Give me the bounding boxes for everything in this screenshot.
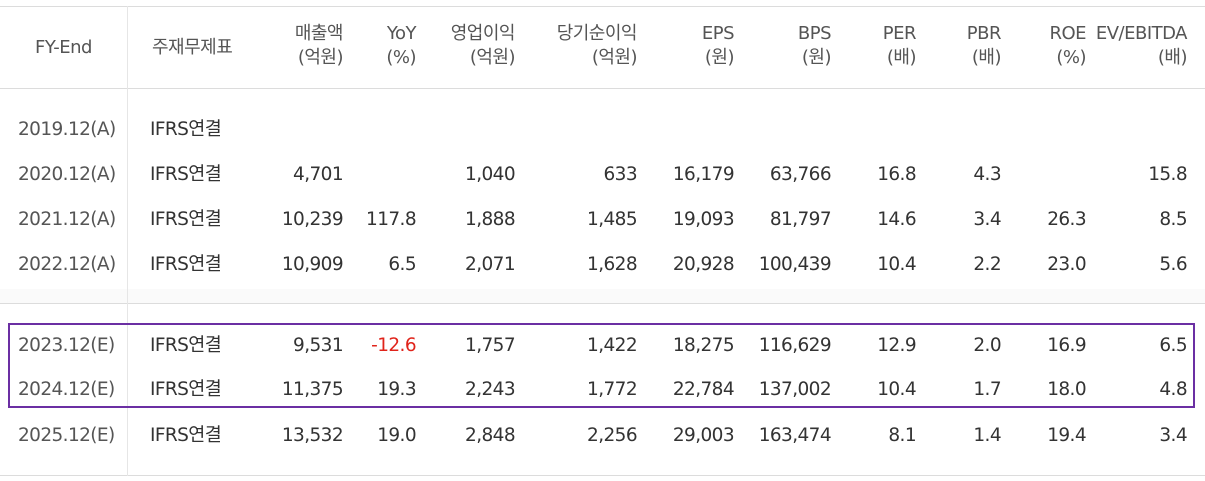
revenue-cell: 10,239	[281, 209, 344, 230]
header-unit: (원)	[704, 47, 735, 68]
operating-profit-cell: 1,888	[465, 209, 516, 230]
ev-ebitda-cell: 3.4	[1159, 425, 1187, 446]
header-unit: (억원)	[591, 47, 638, 68]
net-income-cell: 2,256	[587, 425, 638, 446]
header-label: 주재무제표	[152, 37, 233, 58]
header-unit: (억원)	[469, 47, 516, 68]
header-yoy: YoY (%)	[386, 22, 416, 70]
header-label: BPS	[797, 23, 832, 44]
financial-summary-table: FY-End 주재무제표 매출액 (억원) YoY (%) 영업이익 (억원) 당기순이익 (억원…	[0, 0, 1205, 481]
header-unit: (원)	[801, 47, 832, 68]
pbr-cell: 4.3	[973, 164, 1001, 185]
fy-end-cell: 2025.12(E)	[18, 425, 115, 446]
header-roe: ROE (%)	[1049, 22, 1086, 70]
fy-end-cell: 2020.12(A)	[18, 164, 116, 185]
header-label: YoY	[386, 23, 417, 44]
bps-cell: 63,766	[769, 164, 832, 185]
fy-end-cell: 2021.12(A)	[18, 209, 116, 230]
header-unit: (배)	[1157, 47, 1188, 68]
header-label: EV/EBITDA	[1095, 23, 1188, 44]
bps-cell: 100,439	[758, 254, 832, 275]
ev-ebitda-cell: 5.6	[1159, 254, 1187, 275]
group-separator	[0, 289, 1205, 303]
statement-cell: IFRS연결	[150, 425, 222, 446]
roe-cell: 23.0	[1047, 254, 1086, 275]
revenue-cell: 13,532	[281, 425, 344, 446]
header-unit: (배)	[971, 47, 1002, 68]
header-per: PER (배)	[882, 22, 917, 70]
header-unit: (%)	[386, 47, 416, 68]
ev-ebitda-cell: 8.5	[1159, 209, 1187, 230]
eps-cell: 20,928	[672, 254, 735, 275]
eps-cell: 16,179	[672, 164, 735, 185]
group-separator-border	[0, 303, 1205, 304]
bps-cell: 163,474	[758, 425, 832, 446]
yoy-cell: 6.5	[388, 254, 416, 275]
per-cell: 16.8	[877, 164, 916, 185]
header-revenue: 매출액 (억원)	[294, 22, 344, 70]
operating-profit-cell: 2,071	[465, 254, 516, 275]
header-eps: EPS (원)	[701, 22, 735, 70]
roe-cell: 19.4	[1047, 425, 1086, 446]
pbr-cell: 3.4	[973, 209, 1001, 230]
header-label: 영업이익	[450, 23, 516, 44]
per-cell: 8.1	[888, 425, 916, 446]
table-bottom-border	[0, 475, 1205, 476]
header-pbr: PBR (배)	[966, 22, 1002, 70]
eps-cell: 29,003	[672, 425, 735, 446]
yoy-cell: 117.8	[366, 209, 417, 230]
fy-end-cell: 2019.12(A)	[18, 119, 116, 140]
header-label: PER	[882, 23, 917, 44]
header-unit: (배)	[886, 47, 917, 68]
header-ev-ebitda: EV/EBITDA (배)	[1095, 22, 1188, 70]
ev-ebitda-cell: 15.8	[1148, 164, 1187, 185]
eps-cell: 19,093	[672, 209, 735, 230]
per-cell: 14.6	[877, 209, 916, 230]
header-label: PBR	[966, 23, 1002, 44]
revenue-cell: 10,909	[281, 254, 344, 275]
revenue-cell: 4,701	[293, 164, 344, 185]
estimate-highlight-box	[8, 323, 1195, 408]
pbr-cell: 1.4	[973, 425, 1001, 446]
header-label: 매출액	[294, 23, 344, 44]
yoy-cell: 19.0	[377, 425, 416, 446]
net-income-cell: 1,628	[587, 254, 638, 275]
header-operating-profit: 영업이익 (억원)	[450, 22, 516, 70]
net-income-cell: 1,485	[587, 209, 638, 230]
statement-cell: IFRS연결	[150, 119, 222, 140]
header-unit: (%)	[1056, 47, 1086, 68]
header-unit: (억원)	[297, 47, 344, 68]
bps-cell: 81,797	[769, 209, 832, 230]
operating-profit-cell: 1,040	[465, 164, 516, 185]
statement-cell: IFRS연결	[150, 164, 222, 185]
header-fy-end: FY-End	[35, 36, 92, 60]
statement-cell: IFRS연결	[150, 209, 222, 230]
pbr-cell: 2.2	[973, 254, 1001, 275]
header-label: ROE	[1049, 23, 1086, 44]
fy-end-cell: 2022.12(A)	[18, 254, 116, 275]
operating-profit-cell: 2,848	[465, 425, 516, 446]
net-income-cell: 633	[603, 164, 637, 185]
header-label: EPS	[701, 23, 735, 44]
header-bottom-border	[0, 88, 1205, 89]
statement-cell: IFRS연결	[150, 254, 222, 275]
roe-cell: 26.3	[1047, 209, 1086, 230]
header-label: 당기순이익	[556, 23, 638, 44]
table-top-border	[0, 6, 1205, 7]
header-label: FY-End	[35, 37, 92, 58]
header-net-income: 당기순이익 (억원)	[556, 22, 638, 70]
header-main-statement: 주재무제표	[152, 36, 233, 60]
per-cell: 10.4	[877, 254, 916, 275]
header-bps: BPS (원)	[797, 22, 832, 70]
